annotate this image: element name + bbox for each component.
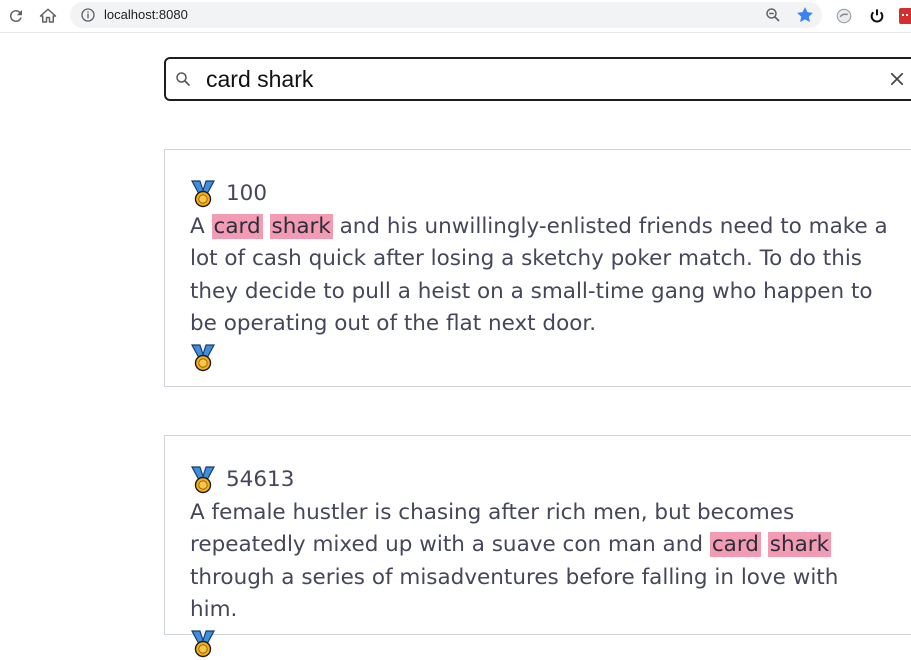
match-highlight: shark [767, 532, 832, 557]
power-icon[interactable] [865, 4, 889, 28]
match-highlight: card [211, 213, 263, 239]
result-content: 100 A card shark and his unwillingly-enl… [190, 178, 890, 371]
score-value: 54613 [226, 467, 295, 492]
clear-icon[interactable] [888, 70, 906, 88]
description-text [761, 532, 768, 557]
reload-icon[interactable] [4, 4, 28, 28]
medal-icon [190, 343, 216, 371]
address-bar[interactable]: localhost:8080 [70, 2, 822, 28]
description-text [263, 214, 270, 239]
score-value: 100 [226, 181, 268, 206]
score-line: 100 [190, 178, 890, 211]
score-line: 54613 [190, 464, 890, 497]
bookmark-star-icon[interactable] [795, 5, 815, 25]
description: A female hustler is chasing after rich m… [190, 497, 890, 627]
description-text: A female hustler is chasing after rich m… [190, 499, 795, 558]
result-content: 54613 A female hustler is chasing after … [190, 464, 890, 657]
search-box[interactable] [164, 57, 911, 101]
description-text: A [190, 213, 212, 239]
search-input[interactable] [206, 65, 866, 93]
medal-icon [190, 629, 216, 657]
match-highlight: card [709, 532, 761, 557]
match-highlight: shark [269, 213, 333, 239]
extension-icon[interactable] [832, 4, 856, 28]
description: A card shark and his unwillingly-enliste… [190, 211, 890, 341]
medal-icon [190, 180, 216, 208]
medal-footer [190, 628, 890, 657]
extension-red-icon[interactable] [896, 4, 911, 28]
medal-icon [190, 466, 216, 494]
result-card[interactable]: 54613 A female hustler is chasing after … [164, 435, 911, 657]
description-text: through a series of misadventures before… [190, 564, 839, 623]
browser-toolbar: localhost:8080 [0, 0, 911, 33]
site-info-icon[interactable] [80, 7, 96, 23]
url-text[interactable]: localhost:8080 [104, 6, 188, 24]
zoom-icon[interactable] [764, 6, 782, 24]
medal-footer [190, 342, 890, 371]
result-card[interactable]: 100 A card shark and his unwillingly-enl… [164, 149, 911, 387]
search-icon [176, 72, 190, 86]
home-icon[interactable] [36, 4, 60, 28]
